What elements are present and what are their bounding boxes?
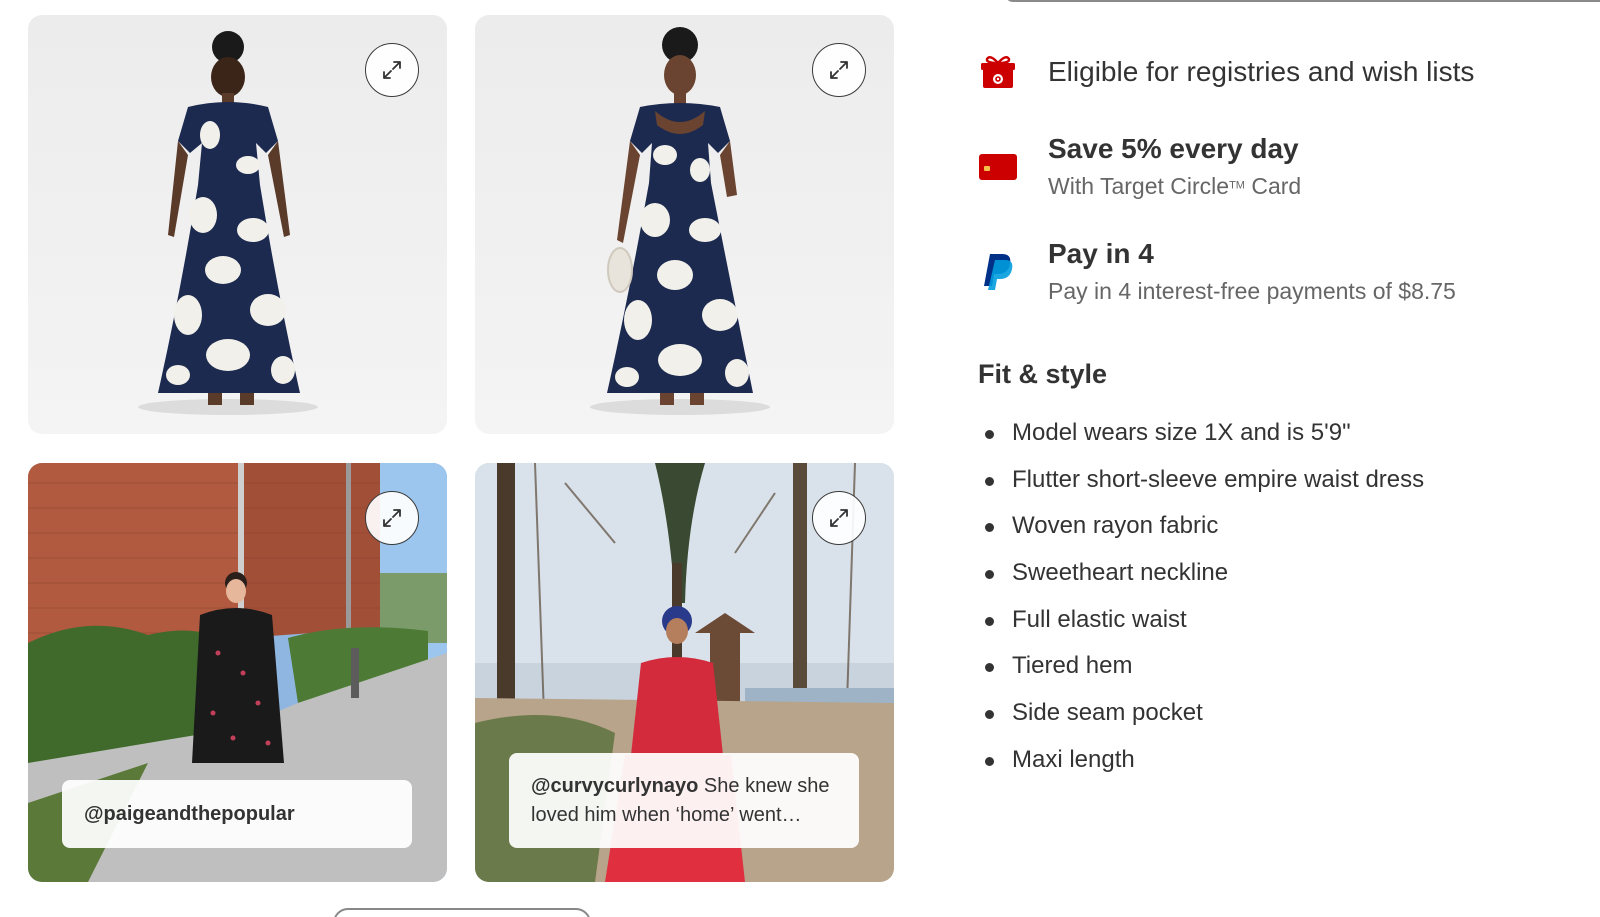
list-item: Flutter short-sleeve empire waist dress	[978, 462, 1424, 509]
bullet-icon	[985, 430, 994, 439]
paypal-icon	[978, 252, 1018, 292]
gift-icon	[978, 52, 1018, 92]
expand-image-button[interactable]	[812, 43, 866, 97]
list-item: Side seam pocket	[978, 695, 1424, 742]
fit-style-list: Model wears size 1X and is 5'9" Flutter …	[978, 415, 1424, 789]
ugc-photo-curvy[interactable]: @curvycurlynayo She knew she loved him w…	[475, 463, 894, 882]
credit-card-icon	[978, 147, 1018, 187]
ugc-caption[interactable]: @curvycurlynayo She knew she loved him w…	[509, 753, 859, 848]
bullet-icon	[985, 710, 994, 720]
perk-pay-title: Pay in 4	[1048, 238, 1154, 269]
perk-registry[interactable]: Eligible for registries and wish lists	[978, 52, 1474, 92]
bullet-icon	[985, 570, 994, 580]
bullet-icon	[985, 663, 994, 673]
list-item: Woven rayon fabric	[978, 508, 1424, 555]
product-image-front[interactable]	[475, 15, 894, 434]
list-item: Model wears size 1X and is 5'9"	[978, 415, 1424, 462]
list-item: Sweetheart neckline	[978, 555, 1424, 602]
perk-pay-in-4[interactable]: Pay in 4 Pay in 4 interest-free payments…	[978, 238, 1456, 304]
expand-arrows-icon	[383, 509, 401, 527]
expand-image-button[interactable]	[365, 491, 419, 545]
perk-registry-label: Eligible for registries and wish lists	[1048, 56, 1475, 87]
perk-circle-card[interactable]: Save 5% every day With Target CircleTM C…	[978, 133, 1301, 199]
bullet-icon	[985, 476, 994, 486]
load-more-button[interactable]	[333, 908, 591, 917]
bullet-icon	[985, 756, 994, 766]
perk-pay-subtitle: Pay in 4 interest-free payments of $8.75	[1048, 278, 1456, 304]
list-item: Full elastic waist	[978, 602, 1424, 649]
fit-style-heading: Fit & style	[978, 359, 1108, 389]
product-image-back[interactable]	[28, 15, 447, 434]
expand-image-button[interactable]	[365, 43, 419, 97]
perk-circle-title: Save 5% every day	[1048, 133, 1299, 164]
expand-arrows-icon	[830, 61, 848, 79]
ugc-handle: @paigeandthepopular	[84, 802, 295, 825]
top-edge-divider	[1005, 0, 1600, 2]
perk-circle-subtitle: With Target CircleTM Card	[1048, 173, 1302, 199]
expand-arrows-icon	[830, 509, 848, 527]
list-item: Maxi length	[978, 742, 1424, 789]
ugc-handle: @curvycurlynayo	[531, 774, 699, 797]
ugc-caption[interactable]: @paigeandthepopular	[62, 780, 412, 848]
expand-image-button[interactable]	[812, 491, 866, 545]
ugc-photo-paige[interactable]: @paigeandthepopular	[28, 463, 447, 882]
bullet-icon	[985, 523, 994, 533]
list-item: Tiered hem	[978, 648, 1424, 695]
expand-arrows-icon	[383, 61, 401, 79]
bullet-icon	[985, 616, 994, 626]
